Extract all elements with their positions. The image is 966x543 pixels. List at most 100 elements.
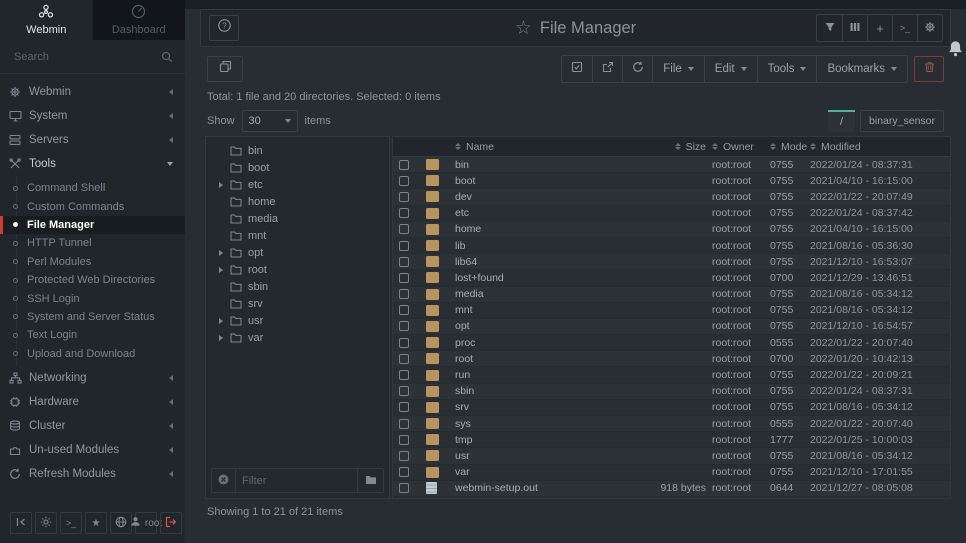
add-button[interactable]: + — [867, 15, 892, 41]
root-path-button[interactable]: / — [828, 110, 855, 132]
user-button[interactable]: root — [135, 512, 157, 534]
logout-button[interactable] — [160, 512, 182, 534]
row-checkbox[interactable] — [399, 321, 409, 331]
row-checkbox[interactable] — [399, 402, 409, 412]
sidebar-item-perl-modules[interactable]: Perl Modules — [0, 253, 185, 271]
file-name[interactable]: mnt — [447, 304, 607, 316]
sidebar-item-refresh-modules[interactable]: Refresh Modules — [0, 462, 185, 486]
row-checkbox[interactable] — [399, 192, 409, 202]
file-menu-button[interactable]: File — [652, 56, 704, 82]
sidebar-item-upload-and-download[interactable]: Upload and Download — [0, 345, 185, 363]
column-header-mode[interactable]: Mode — [770, 141, 810, 153]
caret-right-icon[interactable] — [219, 250, 224, 256]
row-checkbox[interactable] — [399, 305, 409, 315]
table-row[interactable]: usrroot:root07552021/08/16 - 05:34:12 — [393, 448, 950, 464]
page-size-select[interactable]: 30 — [242, 110, 298, 132]
row-checkbox[interactable] — [399, 386, 409, 396]
file-name[interactable]: lost+found — [447, 272, 607, 284]
sidebar-item-tools[interactable]: Tools — [0, 152, 185, 176]
collapse-sidebar-button[interactable] — [10, 512, 32, 534]
sidebar-item-command-shell[interactable]: Command Shell — [0, 179, 185, 197]
column-header-name[interactable]: Name — [447, 141, 607, 153]
table-row[interactable]: rootroot:root07002022/01/20 - 10:42:13 — [393, 351, 950, 367]
tab-webmin[interactable]: Webmin — [0, 0, 93, 40]
row-checkbox[interactable] — [399, 257, 409, 267]
file-name[interactable]: dev — [447, 191, 607, 203]
table-row[interactable]: tmproot:root17772022/01/25 - 10:00:03 — [393, 432, 950, 448]
terminal-button[interactable]: >_ — [60, 512, 82, 534]
row-checkbox[interactable] — [399, 354, 409, 364]
sidebar-item-hardware[interactable]: Hardware — [0, 390, 185, 414]
language-button[interactable] — [110, 512, 132, 534]
tree-item-media[interactable]: media — [206, 210, 389, 227]
sidebar-item-networking[interactable]: Networking — [0, 366, 185, 390]
star-outline-icon[interactable]: ☆ — [515, 19, 532, 38]
tree-item-bin[interactable]: bin — [206, 142, 389, 159]
file-name[interactable]: root — [447, 353, 607, 365]
tree-item-usr[interactable]: usr — [206, 312, 389, 329]
notification-bell-icon[interactable] — [948, 40, 963, 62]
tree-item-var[interactable]: var — [206, 329, 389, 346]
caret-right-icon[interactable] — [219, 318, 224, 324]
tree-item-etc[interactable]: etc — [206, 176, 389, 193]
edit-menu-button[interactable]: Edit — [704, 56, 757, 82]
table-row[interactable]: varroot:root07552021/12/10 - 17:01:55 — [393, 465, 950, 481]
sidebar-item-system[interactable]: System — [0, 104, 185, 128]
tab-dashboard[interactable]: Dashboard — [93, 0, 186, 40]
tree-item-opt[interactable]: opt — [206, 244, 389, 261]
file-name[interactable]: sbin — [447, 385, 607, 397]
caret-right-icon[interactable] — [219, 267, 224, 273]
open-new-window-button[interactable] — [207, 56, 243, 82]
table-row[interactable]: mediaroot:root07552021/08/16 - 05:34:12 — [393, 287, 950, 303]
tree-item-srv[interactable]: srv — [206, 295, 389, 312]
file-name[interactable]: etc — [447, 207, 607, 219]
path-search-box[interactable]: binary_sensor — [860, 110, 944, 132]
file-name[interactable]: webmin-setup.out — [447, 482, 607, 494]
file-name[interactable]: tmp — [447, 434, 607, 446]
tree-item-mnt[interactable]: mnt — [206, 227, 389, 244]
sidebar-item-custom-commands[interactable]: Custom Commands — [0, 197, 185, 215]
sidebar-item-http-tunnel[interactable]: HTTP Tunnel — [0, 234, 185, 252]
table-row[interactable]: webmin-setup.out918 bytesroot:root064420… — [393, 481, 950, 497]
row-checkbox[interactable] — [399, 224, 409, 234]
column-header-modified[interactable]: Modified — [810, 141, 950, 153]
table-row[interactable]: libroot:root07552021/08/16 - 05:36:30 — [393, 238, 950, 254]
row-checkbox[interactable] — [399, 467, 409, 477]
sidebar-item-text-login[interactable]: Text Login — [0, 326, 185, 344]
table-row[interactable]: optroot:root07552021/12/10 - 16:54:57 — [393, 319, 950, 335]
row-checkbox[interactable] — [399, 289, 409, 299]
tree-item-home[interactable]: home — [206, 193, 389, 210]
row-checkbox[interactable] — [399, 208, 409, 218]
file-name[interactable]: usr — [447, 450, 607, 462]
file-name[interactable]: boot — [447, 175, 607, 187]
row-checkbox[interactable] — [399, 419, 409, 429]
folder-filter-button[interactable] — [357, 469, 383, 492]
file-name[interactable]: media — [447, 288, 607, 300]
tree-item-root[interactable]: root — [206, 261, 389, 278]
help-button[interactable]: ? — [209, 15, 239, 41]
row-checkbox[interactable] — [399, 160, 409, 170]
file-name[interactable]: proc — [447, 337, 607, 349]
table-row[interactable]: runroot:root07552022/01/22 - 20:09:21 — [393, 367, 950, 383]
share-button[interactable] — [592, 56, 622, 82]
table-row[interactable]: srvroot:root07552021/08/16 - 05:34:12 — [393, 400, 950, 416]
shell-button[interactable]: >_ — [892, 15, 917, 41]
file-name[interactable]: home — [447, 223, 607, 235]
tree-item-sbin[interactable]: sbin — [206, 278, 389, 295]
sidebar-item-file-manager[interactable]: File Manager — [0, 216, 185, 234]
select-all-button[interactable] — [562, 56, 592, 82]
theme-toggle-button[interactable] — [35, 512, 57, 534]
trash-button[interactable] — [914, 56, 944, 82]
sidebar-item-system-and-server-status[interactable]: System and Server Status — [0, 308, 185, 326]
table-row[interactable]: mntroot:root07552021/08/16 - 05:34:12 — [393, 303, 950, 319]
table-row[interactable]: etcroot:root07552022/01/24 - 08:37:42 — [393, 206, 950, 222]
row-checkbox[interactable] — [399, 338, 409, 348]
sidebar-item-servers[interactable]: Servers — [0, 128, 185, 152]
favorites-button[interactable]: ★ — [85, 512, 107, 534]
table-row[interactable]: sbinroot:root07552022/01/24 - 08:37:31 — [393, 384, 950, 400]
table-row[interactable]: binroot:root07552022/01/24 - 08:37:31 — [393, 157, 950, 173]
caret-right-icon[interactable] — [219, 335, 224, 341]
column-header-owner[interactable]: Owner — [712, 141, 770, 153]
file-name[interactable]: sys — [447, 418, 607, 430]
filter-button[interactable] — [817, 15, 842, 41]
